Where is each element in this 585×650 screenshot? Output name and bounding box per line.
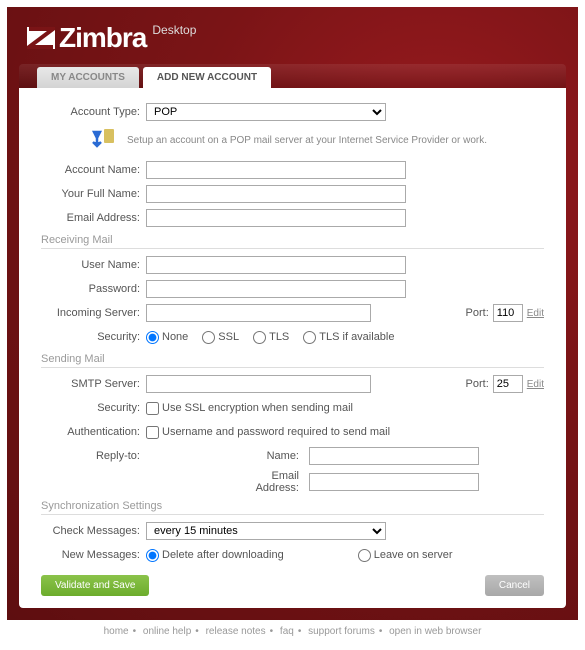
password-label: Password: [41,283,146,295]
recv-security-label: Security: [41,331,146,343]
tab-add-new-account[interactable]: ADD NEW ACCOUNT [143,67,271,88]
smtp-port-label: Port: [466,378,489,390]
footer-browser-link[interactable]: open in web browser [389,626,481,637]
smtp-server-label: SMTP Server: [41,378,146,390]
footer-faq-link[interactable]: faq [280,626,294,637]
footer: home• online help• release notes• faq• s… [7,620,578,643]
send-security-label: Security: [41,402,146,414]
reply-to-label: Reply-to: [41,450,146,462]
smtp-server-input[interactable] [146,375,371,393]
tab-bar: MY ACCOUNTS ADD NEW ACCOUNT [19,64,566,88]
password-input[interactable] [146,280,406,298]
cancel-button[interactable]: Cancel [485,575,544,596]
app-frame: Zimbra Desktop MY ACCOUNTS ADD NEW ACCOU… [7,7,578,620]
auth-required-checkbox[interactable]: Username and password required to send m… [146,426,390,439]
account-name-label: Account Name: [41,164,146,176]
setup-description: Setup an account on a POP mail server at… [127,135,487,146]
incoming-server-input[interactable] [146,304,371,322]
security-tls-option[interactable]: TLS [253,331,289,344]
smtp-port-input[interactable] [493,375,523,393]
security-ssl-option[interactable]: SSL [202,331,239,344]
username-label: User Name: [41,259,146,271]
auth-label: Authentication: [41,426,146,438]
email-label: Email Address: [41,212,146,224]
reply-name-input[interactable] [309,447,479,465]
form-panel: Account Type: POP Setup an account on a … [19,88,566,608]
incoming-server-label: Incoming Server: [41,307,146,319]
validate-save-button[interactable]: Validate and Save [41,575,149,596]
incoming-port-edit-link[interactable]: Edit [527,308,544,319]
account-type-select[interactable]: POP [146,103,386,121]
security-tls-avail-option[interactable]: TLS if available [303,331,394,344]
email-input[interactable] [146,209,406,227]
logo-icon [27,27,55,49]
section-sending: Sending Mail [41,353,544,368]
section-sync: Synchronization Settings [41,500,544,515]
incoming-port-input[interactable] [493,304,523,322]
incoming-port-label: Port: [466,307,489,319]
reply-name-label: Name: [230,450,305,462]
full-name-input[interactable] [146,185,406,203]
footer-notes-link[interactable]: release notes [206,626,266,637]
new-msg-delete-option[interactable]: Delete after downloading [146,549,284,562]
account-name-input[interactable] [146,161,406,179]
username-input[interactable] [146,256,406,274]
security-none-option[interactable]: None [146,331,188,344]
footer-forums-link[interactable]: support forums [308,626,375,637]
reply-email-input[interactable] [309,473,479,491]
check-messages-label: Check Messages: [41,525,146,537]
footer-help-link[interactable]: online help [143,626,191,637]
new-msg-leave-option[interactable]: Leave on server [358,549,453,562]
account-type-label: Account Type: [41,106,146,118]
header: Zimbra Desktop [19,17,566,64]
smtp-port-edit-link[interactable]: Edit [527,379,544,390]
section-receiving: Receiving Mail [41,234,544,249]
new-messages-label: New Messages: [41,549,146,561]
logo-text: Zimbra [59,22,146,54]
check-messages-select[interactable]: every 15 minutes [146,522,386,540]
reply-email-label: Email Address: [230,470,305,494]
wizard-icon [91,128,119,152]
footer-home-link[interactable]: home [104,626,129,637]
logo-edition: Desktop [152,23,196,37]
send-ssl-checkbox[interactable]: Use SSL encryption when sending mail [146,402,353,415]
tab-my-accounts[interactable]: MY ACCOUNTS [37,67,139,88]
full-name-label: Your Full Name: [41,188,146,200]
